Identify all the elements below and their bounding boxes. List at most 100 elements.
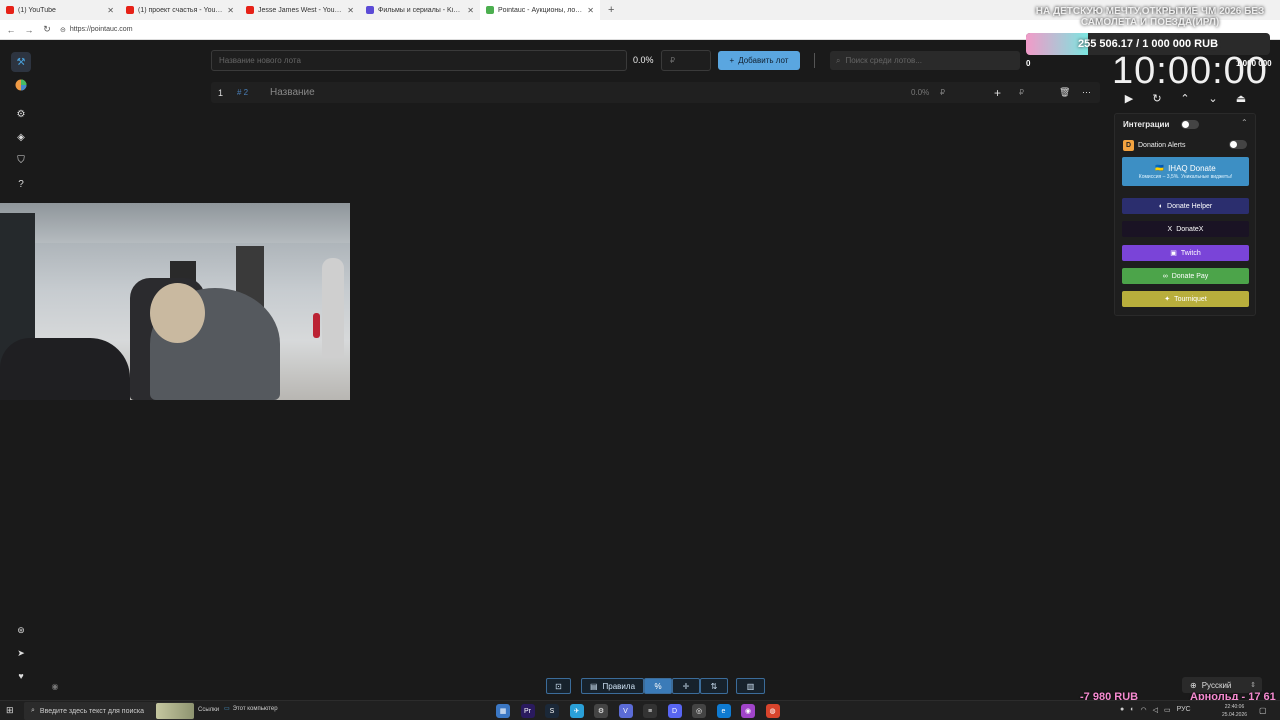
- total-percent: 0.0%: [633, 55, 654, 65]
- address-bar[interactable]: ⊝ https://pointauc.com: [60, 26, 133, 34]
- close-tab-icon[interactable]: ✕: [347, 6, 354, 15]
- browser-tab[interactable]: Pointauc - Аукционы, лотереи и ... ✕: [480, 0, 600, 20]
- donate-pay-button[interactable]: ∞ Donate Pay: [1122, 268, 1249, 284]
- battery-icon[interactable]: ▭: [1164, 706, 1171, 714]
- browser-tab[interactable]: Фильмы и сериалы - Kinobox.in✕: [360, 0, 480, 20]
- play-icon[interactable]: ▶: [1120, 90, 1138, 106]
- taskbar-app-icon[interactable]: ◉: [741, 704, 755, 718]
- volume-icon[interactable]: ◁: [1153, 706, 1158, 714]
- taskbar-app-icon[interactable]: ✈: [569, 704, 584, 718]
- tourniquet-button[interactable]: ✦ Tourniquet: [1122, 291, 1249, 307]
- history-button[interactable]: ▥: [736, 678, 765, 694]
- wheel-icon[interactable]: [11, 75, 31, 95]
- browser-tab[interactable]: Jesse James West - YouTube ✕: [240, 0, 360, 20]
- browser-tab[interactable]: (1) проект счастья - YouTube ✕: [120, 0, 240, 20]
- globe-icon: ⊕: [1190, 680, 1197, 690]
- taskbar-app-icon[interactable]: ≡: [643, 704, 657, 718]
- taskbar-clock[interactable]: 22:40:06 25.04.2026: [1222, 703, 1247, 719]
- add-amount-input[interactable]: ₽: [1019, 88, 1024, 97]
- taskbar-app-icon[interactable]: S: [545, 704, 559, 718]
- new-tab-icon[interactable]: +: [600, 4, 622, 16]
- url-text[interactable]: https://pointauc.com: [70, 26, 133, 33]
- tab-favicon-icon: [366, 6, 374, 14]
- tab-favicon-icon: [6, 6, 14, 14]
- github-icon[interactable]: ⊛: [11, 622, 31, 638]
- taskbar-app-icon[interactable]: Pr: [520, 704, 535, 718]
- chevron-down-icon[interactable]: ⌄: [1204, 90, 1222, 106]
- gavel-icon[interactable]: ⚒: [11, 52, 31, 72]
- lot-index: 1: [218, 87, 224, 98]
- site-info-icon[interactable]: ⊝: [60, 26, 66, 34]
- wifi-icon[interactable]: ◠: [1140, 706, 1146, 714]
- donate-helper-button[interactable]: ◐ Donate Helper: [1122, 198, 1249, 214]
- donate-pay-icon: ∞: [1162, 272, 1168, 280]
- search-icon: ⌕: [836, 55, 841, 65]
- chevron-up-icon[interactable]: ⌃: [1176, 90, 1194, 106]
- reset-icon[interactable]: ↻: [1148, 90, 1166, 106]
- search-highlight-image[interactable]: [156, 703, 194, 719]
- integrations-toggle[interactable]: [1181, 120, 1199, 129]
- close-tab-icon[interactable]: ✕: [467, 6, 474, 15]
- taskbar-app-icon[interactable]: ⚙: [594, 704, 608, 718]
- chevron-up-icon[interactable]: ⌃: [1241, 118, 1248, 127]
- language-indicator[interactable]: РУС: [1177, 706, 1191, 714]
- trash-icon[interactable]: 🗑: [1059, 87, 1070, 98]
- forward-icon[interactable]: →: [24, 25, 34, 35]
- donation-alerts-label: Donation Alerts: [1138, 142, 1186, 149]
- lot-row[interactable]: 1 # 2 Название 0.0% ₽ + ₽ 🗑 ⋯: [211, 82, 1100, 103]
- timer-display: 10:00:00: [1112, 50, 1268, 92]
- add-lot-button[interactable]: + Добавить лот: [718, 51, 800, 70]
- close-tab-icon[interactable]: ✕: [107, 6, 114, 15]
- more-icon[interactable]: ⋯: [1082, 87, 1091, 98]
- gear-icon[interactable]: ⚙: [11, 104, 31, 124]
- taskbar-app-icon[interactable]: e: [716, 704, 731, 718]
- lot-name[interactable]: Название: [270, 87, 315, 98]
- new-lot-name-input[interactable]: Название нового лота: [211, 50, 627, 71]
- search-icon: ⌕: [31, 707, 35, 714]
- lot-id[interactable]: # 2: [237, 88, 248, 97]
- percent-button[interactable]: %: [644, 678, 672, 694]
- shield-icon[interactable]: ⛉: [11, 150, 31, 170]
- integrations-title: Интеграции: [1123, 120, 1170, 129]
- taskbar-app-icon[interactable]: V: [618, 704, 633, 718]
- add-amount-icon[interactable]: +: [994, 86, 1001, 100]
- start-icon[interactable]: ⊞: [6, 705, 18, 717]
- help-icon[interactable]: ?: [11, 174, 31, 194]
- eye-icon[interactable]: ◉: [45, 678, 65, 694]
- taskbar-app-icon[interactable]: ◎: [692, 704, 706, 718]
- donate-icon[interactable]: ♥: [11, 668, 31, 684]
- close-tab-icon[interactable]: ✕: [587, 6, 594, 15]
- back-icon[interactable]: ←: [6, 25, 16, 35]
- lot-search-input[interactable]: ⌕ Поиск среди лотов...: [830, 51, 1020, 70]
- lot-amount[interactable]: ₽: [940, 88, 945, 97]
- donatex-button[interactable]: X DonateX: [1122, 221, 1249, 237]
- reload-icon[interactable]: ↻: [42, 24, 52, 35]
- twitch-button[interactable]: ▣ Twitch: [1122, 245, 1249, 261]
- tray-icon[interactable]: ◐: [1130, 706, 1134, 714]
- close-tab-icon[interactable]: ✕: [227, 6, 234, 15]
- tray-icon[interactable]: ●: [1120, 706, 1124, 714]
- chevron-updown-icon: ⇕: [1250, 682, 1256, 689]
- webcam-figure: [322, 258, 344, 358]
- taskbar-app-icon[interactable]: ▦: [496, 704, 510, 718]
- ihaq-donate-button[interactable]: 🇺🇦 IHAQ Donate Комиссия – 3,5%. Уникальн…: [1122, 157, 1249, 186]
- bottom-btn-1[interactable]: ⊡: [546, 678, 571, 694]
- donation-alerts-toggle[interactable]: [1229, 140, 1247, 149]
- taskbar-app-icon[interactable]: ◍: [765, 704, 780, 718]
- telegram-icon[interactable]: ➤: [11, 645, 31, 661]
- notification-icon[interactable]: ▢: [1259, 706, 1267, 715]
- browser-tab[interactable]: (1) YouTube ✕: [0, 0, 120, 20]
- rules-icon: ▤: [589, 681, 598, 691]
- rules-button[interactable]: ▤ Правила: [581, 678, 644, 694]
- layers-icon[interactable]: ◈: [11, 127, 31, 147]
- taskbar-this-pc[interactable]: ▭ Этот компьютер: [224, 705, 278, 713]
- donatex-icon: X: [1167, 225, 1173, 233]
- toggle-knob: [1182, 121, 1189, 128]
- language-value: Русский: [1201, 680, 1232, 690]
- lot-amount-input[interactable]: ₽: [661, 50, 711, 71]
- collapse-icon[interactable]: ⏏: [1232, 90, 1250, 106]
- taskbar-app-icon[interactable]: D: [667, 704, 682, 718]
- move-button[interactable]: ✛: [672, 678, 700, 694]
- taskbar-links[interactable]: Ссылки: [198, 707, 219, 713]
- sort-button[interactable]: ⇅: [700, 678, 728, 694]
